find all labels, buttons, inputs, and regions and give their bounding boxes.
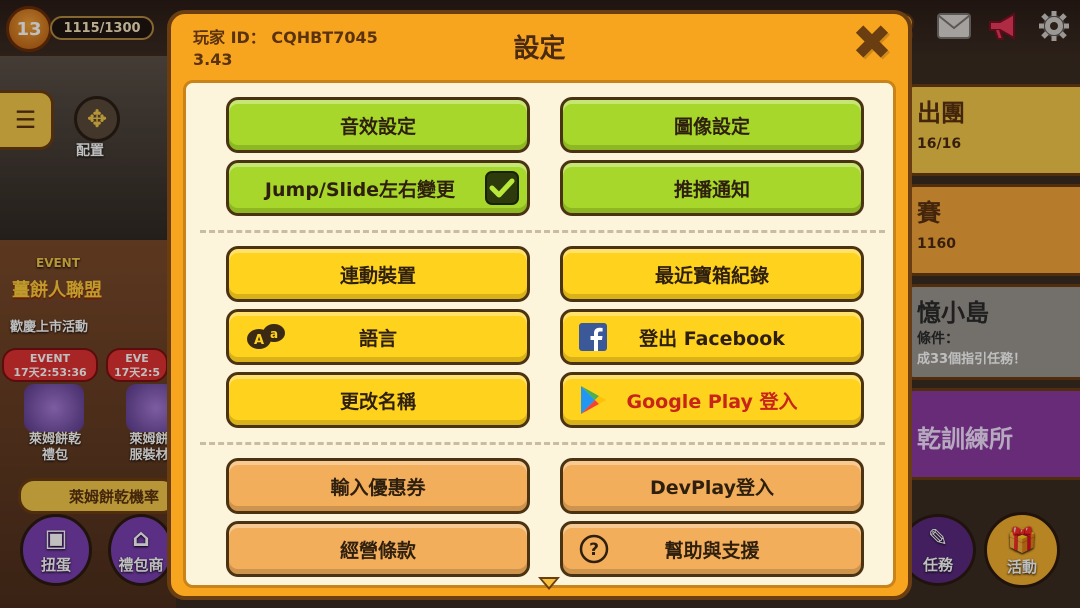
button-label: Jump/Slide左右變更 [264,178,456,201]
push-notifications-button[interactable]: 推播通知 [560,160,864,216]
jump-slide-toggle-button[interactable]: Jump/Slide左右變更 [226,160,530,216]
close-icon: ✖ [851,15,893,71]
language-button[interactable]: Aa 語言 [226,309,530,365]
google-play-icon [579,385,607,415]
section-divider [200,442,885,445]
svg-text:?: ? [589,540,599,560]
dialog-header: 玩家 ID： CQHBT7045 3.43 設定 ✖ [171,14,908,84]
button-label: 圖像設定 [673,115,750,138]
chest-history-button[interactable]: 最近寶箱紀錄 [560,246,864,302]
button-label: 推播通知 [673,178,750,201]
svg-text:A: A [254,333,264,348]
button-label: 連動裝置 [339,264,416,287]
settings-dialog: 玩家 ID： CQHBT7045 3.43 設定 ✖ 音效設定 圖像設定 Jum… [167,10,912,600]
help-support-button[interactable]: ? 幫助與支援 [560,521,864,577]
button-label: 登出 Facebook [639,327,785,350]
button-label: 經營條款 [339,539,416,562]
linked-devices-button[interactable]: 連動裝置 [226,246,530,302]
dialog-title: 設定 [513,34,566,64]
change-name-button[interactable]: 更改名稱 [226,372,530,428]
facebook-logout-button[interactable]: 登出 Facebook [560,309,864,365]
coupon-button[interactable]: 輸入優惠券 [226,458,530,514]
button-label: 幫助與支援 [664,539,760,562]
close-button[interactable]: ✖ [848,19,896,68]
google-play-login-button[interactable]: Google Play 登入 [560,372,864,428]
graphics-settings-button[interactable]: 圖像設定 [560,97,864,153]
section-divider [200,230,885,233]
button-label: DevPlay登入 [649,476,775,499]
devplay-login-button[interactable]: DevPlay登入 [560,458,864,514]
help-icon: ? [579,534,609,564]
terms-button[interactable]: 經營條款 [226,521,530,577]
button-label: 語言 [358,327,397,350]
scroll-down-icon[interactable] [538,577,560,590]
facebook-icon [579,323,607,351]
button-label: Google Play 登入 [626,390,798,413]
button-label: 最近寶箱紀錄 [654,264,769,287]
sound-settings-button[interactable]: 音效設定 [226,97,530,153]
checkmark-icon[interactable] [485,171,519,205]
button-label: 音效設定 [339,115,416,138]
button-label: 更改名稱 [339,390,416,413]
language-icon: Aa [245,322,287,352]
button-label: 輸入優惠券 [330,476,426,499]
settings-list: 音效設定 圖像設定 Jump/Slide左右變更 推播通知 連動裝置 最近寶箱紀… [183,80,896,590]
svg-text:a: a [270,327,278,341]
